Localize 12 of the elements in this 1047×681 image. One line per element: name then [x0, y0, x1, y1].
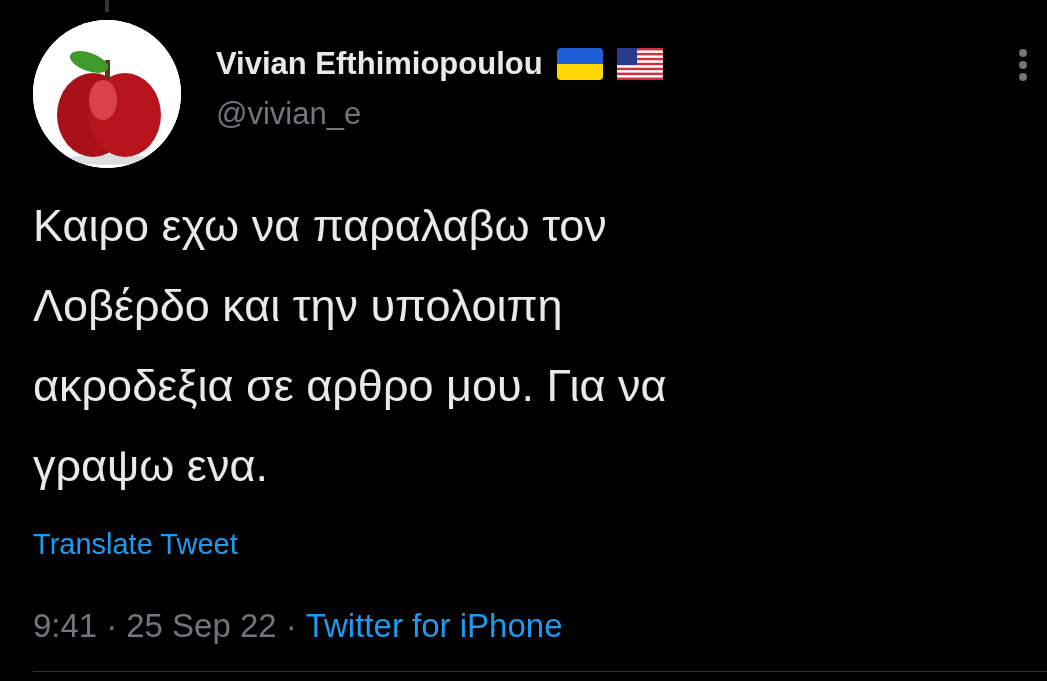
source-link[interactable]: Twitter for iPhone [305, 607, 563, 645]
more-options-icon[interactable] [1018, 48, 1028, 82]
separator-dot: · [106, 607, 118, 645]
tweet-timestamp: 9:41 [33, 607, 98, 645]
tweet-text: Καιρο εχω να παραλαβω τον Λοβέρδο και την υπολοιπη ακροδεξια σε αρθρο μου. Για να γραψω ενα. [33, 199, 668, 493]
separator-dot: · [285, 607, 297, 645]
usa-flag-icon [616, 48, 663, 80]
ukraine-flag-icon [556, 48, 603, 80]
author-name[interactable]: Vivian Efthimiopoulou [216, 46, 543, 82]
author-handle[interactable]: @vivian_e [216, 96, 983, 132]
translate-link[interactable]: Translate Tweet [33, 528, 238, 561]
tweet-timestamp: 25 Sep 22 [126, 607, 277, 645]
